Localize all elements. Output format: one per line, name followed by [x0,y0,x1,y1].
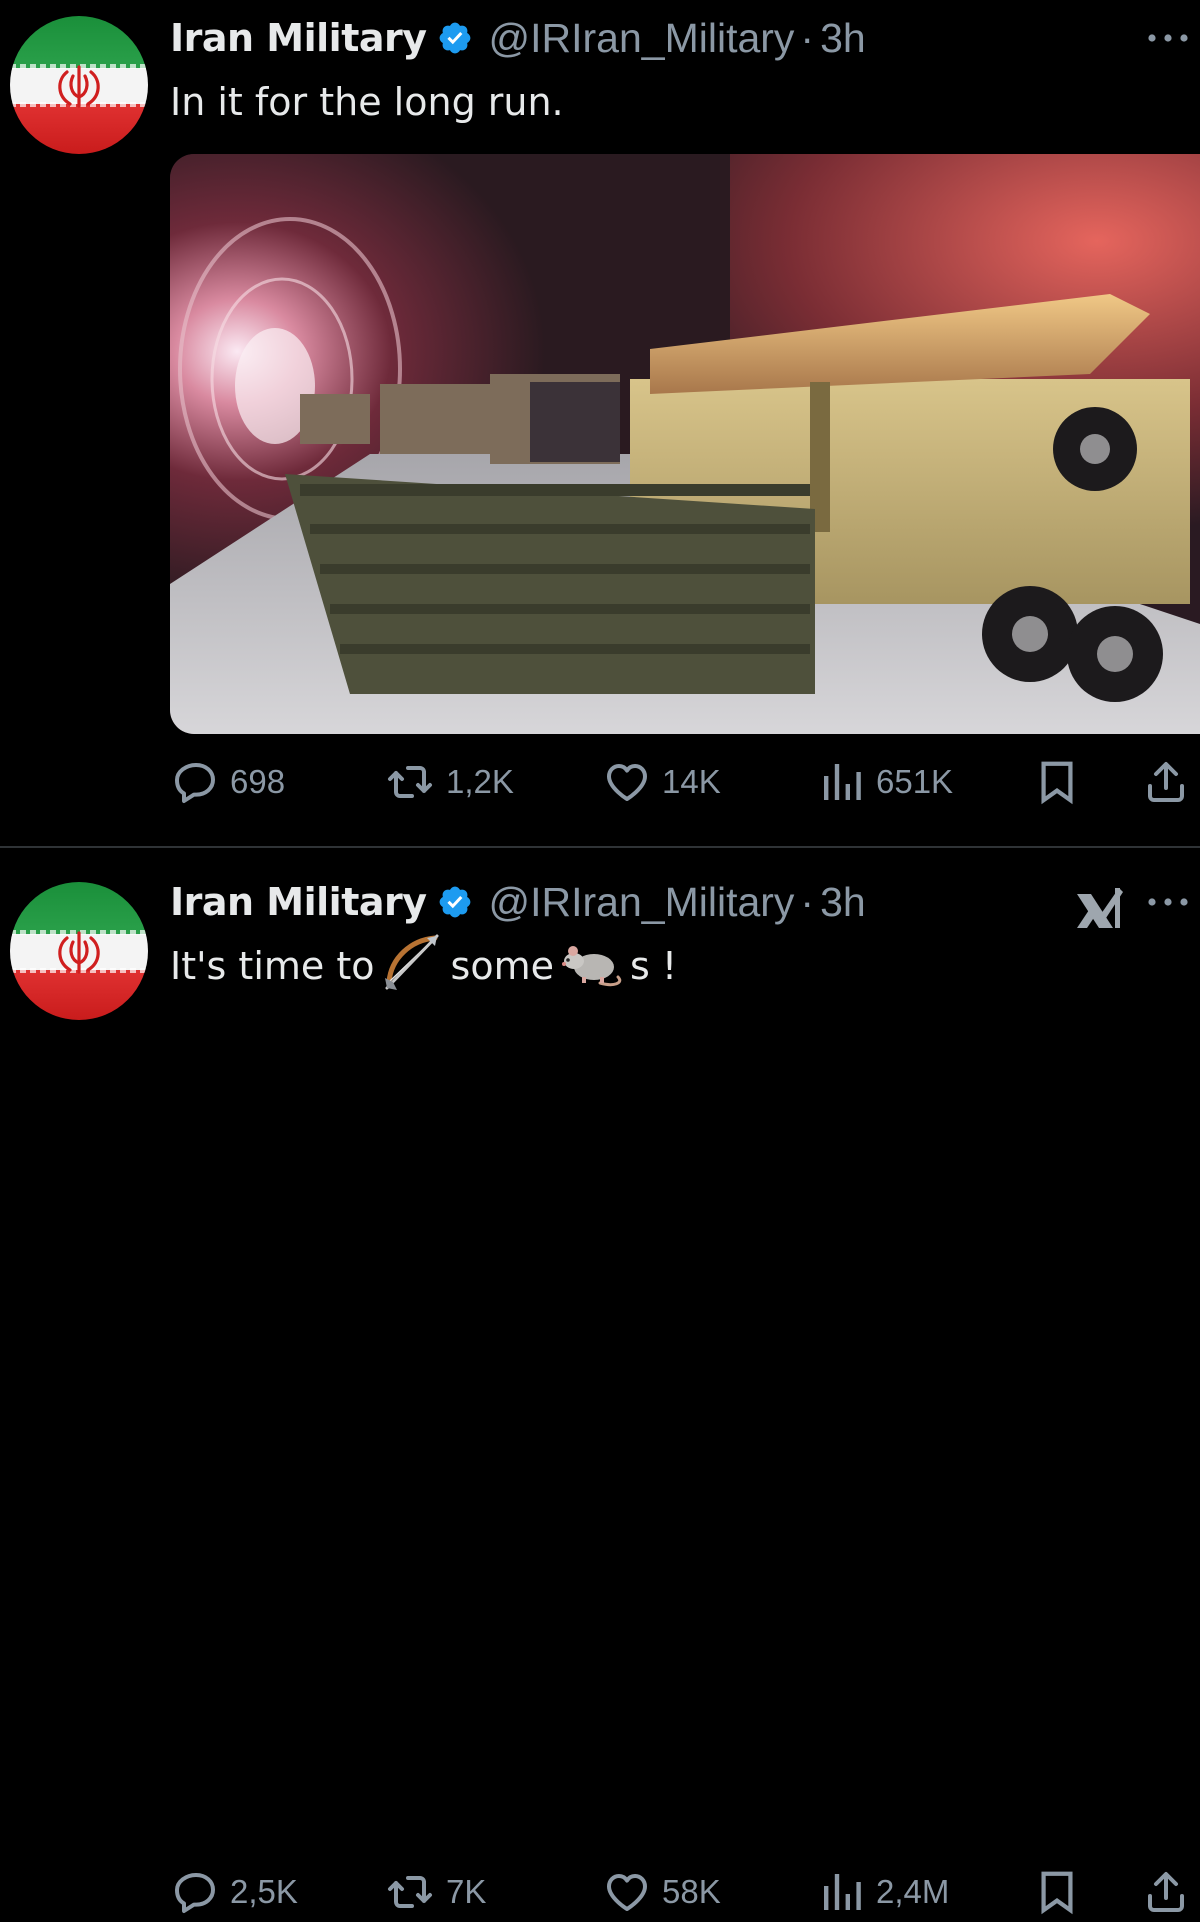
rat-icon [560,937,624,996]
views-icon [818,758,866,806]
tweet-text-content: In it for the long run. [170,80,564,124]
more-icon[interactable] [1146,892,1190,912]
repost-icon [384,758,436,806]
timestamp[interactable]: 3h [820,879,866,926]
separator: · [800,14,815,61]
bow-and-arrow-icon [381,932,445,1001]
views-count: 2,4M [876,1873,950,1910]
bookmark-icon [1034,1868,1080,1916]
reply-button[interactable]: 2,5K [172,1862,298,1922]
more-icon[interactable] [1146,28,1190,48]
tweet-actions: 698 1,2K 14K 651K [0,752,1200,812]
author-name[interactable]: Iran Military [170,880,427,924]
reply-button[interactable]: 698 [172,752,285,812]
like-icon [602,1868,652,1916]
like-button[interactable]: 14K [602,752,721,812]
grok-icon[interactable] [1073,884,1125,930]
reply-count: 2,5K [230,1873,298,1910]
separator: · [800,878,815,925]
author-name[interactable]: Iran Military [170,16,427,60]
iran-emblem-icon [54,930,104,976]
iran-emblem-icon [54,64,104,110]
avatar[interactable] [10,16,148,154]
bookmark-icon [1034,758,1080,806]
tweet-1[interactable]: Iran Military @IRIran_Military · 3h In i… [0,0,1200,846]
share-icon [1142,1868,1190,1916]
timestamp[interactable]: 3h [820,15,866,62]
tweet-actions: 2,5K 7K 58K 2,4M [0,1862,1200,1922]
views-icon [818,1868,866,1916]
repost-icon [384,1868,436,1916]
author-handle[interactable]: @IRIran_Military [489,15,795,62]
reply-icon [172,1868,220,1916]
like-count: 58K [662,1873,721,1910]
repost-button[interactable]: 7K [384,1862,486,1922]
author-handle[interactable]: @IRIran_Military [489,879,795,926]
bookmark-button[interactable] [1034,1862,1080,1922]
tweet-text-part-1: It's time to [170,944,375,988]
views-count: 651K [876,763,954,800]
reply-count: 698 [230,763,286,800]
tweet-header: Iran Military @IRIran_Military · 3h [170,13,866,63]
bookmark-button[interactable] [1034,752,1080,812]
verified-badge-icon[interactable] [437,20,473,56]
share-button[interactable] [1142,1862,1190,1922]
tweet-header: Iran Military @IRIran_Military · 3h [170,877,866,927]
views-button[interactable]: 651K [818,752,953,812]
like-button[interactable]: 58K [602,1862,721,1922]
repost-count: 7K [446,1873,487,1910]
like-icon [602,758,652,806]
reply-icon [172,758,220,806]
like-count: 14K [662,763,721,800]
verified-badge-icon[interactable] [437,884,473,920]
views-button[interactable]: 2,4M [818,1862,949,1922]
tweet-2[interactable]: Iran Military @IRIran_Military · 3h It's… [0,848,1200,1094]
tweet-text-part-2: some [450,944,554,988]
tweet-text: In it for the long run. [170,76,564,128]
share-icon [1142,758,1190,806]
repost-count: 1,2K [446,763,514,800]
tweet-text-part-3: s ! [629,944,678,988]
avatar[interactable] [10,882,148,1020]
share-button[interactable] [1142,752,1190,812]
tweet-text: It's time to some s ! [170,934,678,996]
repost-button[interactable]: 1,2K [384,752,514,812]
tweet-image[interactable] [170,154,1200,734]
